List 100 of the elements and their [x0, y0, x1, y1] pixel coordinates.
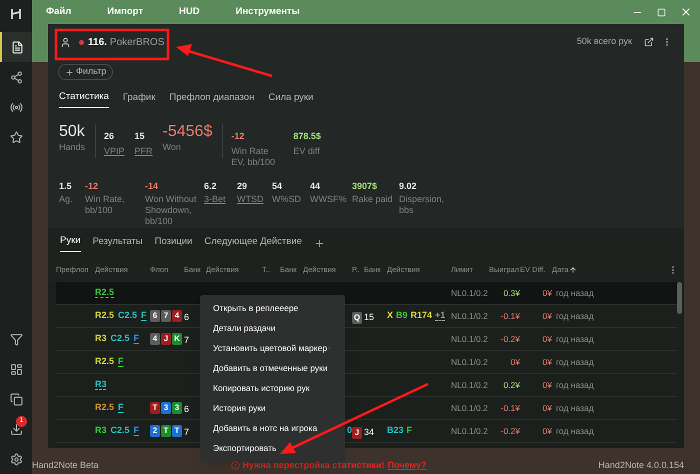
app-logo-icon [10, 8, 22, 20]
won-cell-text: -0.1¥ [500, 402, 520, 414]
context-menu-item[interactable]: Добавить в нотс на игрока [200, 418, 345, 438]
action-token: R3 [95, 332, 107, 346]
sort-icon [568, 266, 577, 274]
pot-size: 7 [184, 427, 190, 437]
action-token: F [118, 355, 124, 368]
context-menu-item[interactable]: История руки [200, 398, 345, 418]
stat-value: 15 [134, 130, 146, 144]
tab[interactable]: Статистика [59, 90, 109, 108]
share-icon [10, 70, 22, 84]
pot-size: 7 [184, 335, 190, 345]
tab[interactable]: График [122, 90, 156, 108]
popout-icon [644, 37, 654, 47]
action-token: R3 [95, 378, 107, 392]
limit-cell: NL0.1/0.2 [451, 310, 489, 322]
stat-value: 54 [272, 180, 284, 194]
add-tab-icon [314, 238, 325, 248]
won-cell-text: 0.3¥ [502, 286, 520, 300]
star-icon [10, 130, 22, 144]
limit-cell: NL0.1/0.2 [451, 378, 489, 392]
player-name: PokerBROS [110, 36, 164, 50]
stat-value: -5456$ [162, 122, 212, 142]
card-chip: T [161, 425, 171, 437]
submenu-icon [327, 344, 332, 352]
app-edition: Hand2Note Beta [32, 458, 99, 472]
limit-cell: NL0.1/0.2 [451, 332, 489, 346]
stat-label: Win Rate EV, bb/100 [231, 146, 276, 168]
stat-label[interactable]: WTSD [237, 194, 268, 205]
stat-value: 9.02 [399, 180, 418, 194]
stat-label: Win Rate, bb/100 [85, 194, 126, 216]
filter-button[interactable]: Фильтр [58, 64, 114, 80]
date-cell-text: год назад [555, 424, 595, 438]
stat-label[interactable]: VPIP [104, 146, 125, 158]
rebuild-warning: Нужна перестройка статистики! [242, 458, 385, 472]
windows-icon [10, 392, 22, 406]
card-chip: 4 [172, 310, 182, 322]
settings-icon [10, 452, 22, 466]
app-version: Hand2Note 4.0.0.154 [598, 458, 684, 472]
tab[interactable]: Сила руки [268, 90, 314, 108]
ev-diff-cell-text: 0¥ [542, 332, 552, 346]
player-number: 116. [88, 36, 107, 50]
tab[interactable]: Результаты [92, 234, 143, 252]
action-token: R3 [95, 424, 107, 438]
limit-cell: NL0.1/0.2 [451, 402, 489, 414]
action-token: R2.5 [95, 355, 114, 368]
stat-label[interactable]: 3-Bet [204, 194, 233, 205]
ev-diff-cell-text: 0¥ [542, 286, 552, 300]
stat-label[interactable]: PFR [134, 146, 153, 158]
action-token: F [141, 309, 147, 322]
won-cell-text: 0¥ [510, 356, 520, 368]
player-icon [60, 36, 71, 48]
action-token: F [406, 424, 412, 438]
context-menu-item[interactable]: Копировать историю рук [200, 378, 345, 398]
limit-cell: NL0.1/0.2 [451, 356, 489, 368]
card-chip: 2 [150, 425, 160, 437]
tab[interactable]: Руки [60, 234, 81, 252]
stat-value: 26 [104, 130, 116, 144]
stat-value: 29 [237, 180, 248, 194]
action-token: R174 [410, 309, 432, 322]
stat-label: WWSF% [310, 194, 348, 205]
card-chip: J [352, 427, 362, 439]
action-token: F [134, 424, 140, 438]
stat-value: -14 [145, 180, 160, 194]
menu-item[interactable]: Импорт [107, 4, 144, 20]
tab[interactable]: Позиции [154, 234, 192, 252]
stat-value: 878.5$ [293, 130, 321, 144]
card-chip: 7 [161, 310, 171, 322]
action-token: R2.5 [95, 286, 114, 300]
layout-icon [10, 362, 22, 376]
date-cell-text: год назад [555, 378, 595, 392]
date-cell-text: год назад [555, 402, 595, 414]
action-token: C2.5 [110, 424, 130, 438]
download-icon [10, 422, 22, 436]
pot-size: 6 [184, 312, 190, 322]
tab[interactable]: Префлоп диапазон [169, 90, 254, 108]
card-chip: K [172, 333, 182, 345]
action-token: B9 [396, 309, 408, 322]
stat-label: Won Without Showdown, bb/100 [145, 194, 198, 227]
table-row[interactable]: R2.5 NL0.1/0.2 0.3¥ 0¥ год назад [56, 282, 677, 305]
stat-label: Won [162, 142, 182, 154]
tab[interactable]: Следующее Действие [204, 234, 302, 252]
action-token: F [134, 332, 140, 346]
action-token: R2.5 [95, 309, 114, 322]
menu-item[interactable]: HUD [179, 4, 200, 20]
stat-value: 44 [310, 180, 322, 194]
date-cell-text: год назад [555, 356, 595, 368]
card-chip: 4 [150, 333, 160, 345]
won-cell-text: 0.2¥ [502, 378, 520, 392]
warning-icon [230, 460, 240, 470]
card-chip: J [161, 333, 171, 345]
action-token: 0 [346, 424, 352, 438]
menu-item[interactable]: Инструменты [236, 4, 300, 20]
menu-item[interactable]: Файл [46, 4, 72, 20]
document-icon [10, 40, 24, 54]
action-token: R2.5 [95, 401, 114, 414]
sidebar-item[interactable] [0, 32, 32, 62]
why-link[interactable]: Почему? [388, 458, 426, 472]
won-cell-text: -0.2¥ [500, 424, 520, 438]
close-icon [680, 6, 692, 18]
